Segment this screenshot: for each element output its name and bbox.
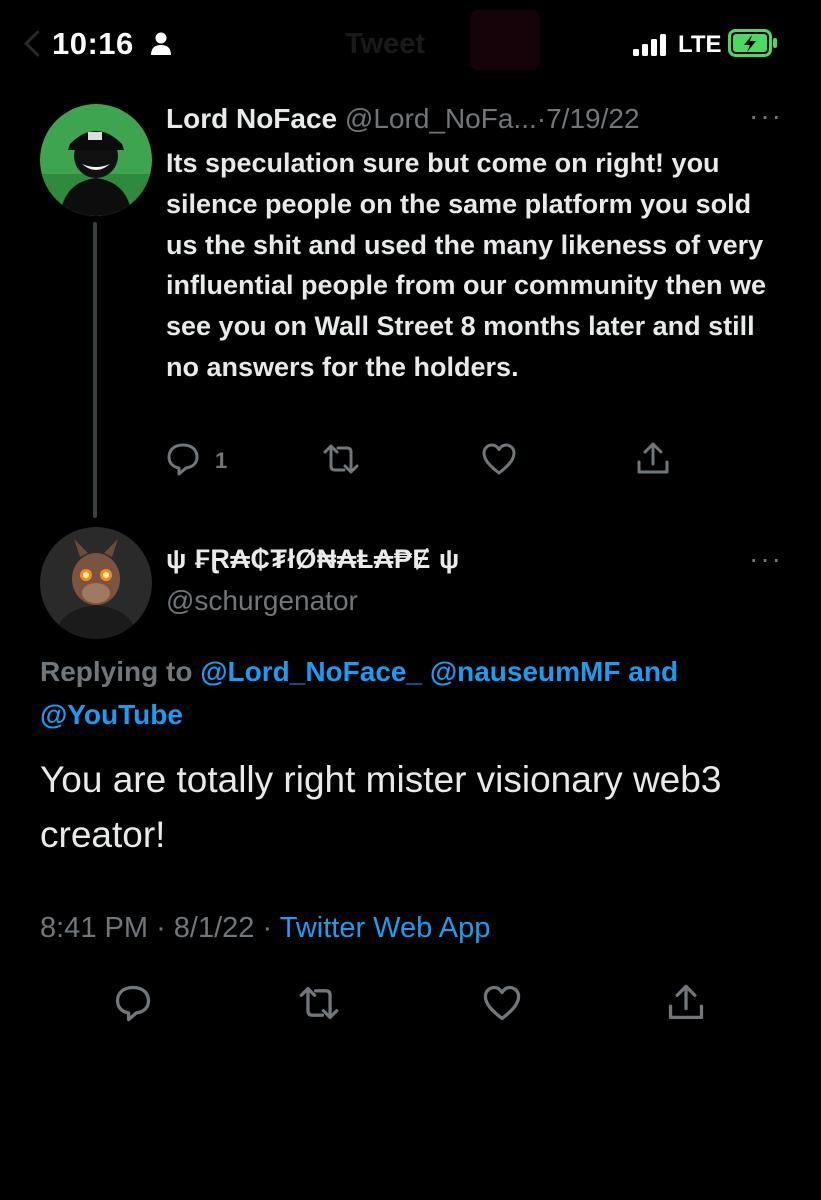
avatar[interactable] <box>40 104 152 216</box>
retweet-icon[interactable] <box>322 440 360 478</box>
author-handle[interactable]: @schurgenator <box>166 585 358 617</box>
mention-link[interactable]: @nauseumMF <box>430 656 621 687</box>
source-link[interactable]: Twitter Web App <box>280 912 491 944</box>
like-icon[interactable] <box>481 982 523 1024</box>
reply-icon[interactable] <box>112 982 154 1024</box>
back-arrow-icon[interactable] <box>24 30 51 57</box>
background-image-fragment <box>470 10 540 70</box>
reply-icon[interactable] <box>164 440 202 478</box>
separator: · <box>156 912 166 944</box>
network-label: LTE <box>678 31 722 58</box>
divider <box>40 962 781 963</box>
separator: · <box>536 103 547 134</box>
retweet-icon[interactable] <box>298 982 340 1024</box>
status-bar: Tweet 10:16 LTE <box>0 0 821 90</box>
share-icon[interactable] <box>665 982 707 1024</box>
tweet-header: Lord NoFace @Lord_NoFa...·7/19/22 <box>166 103 640 135</box>
tweet-date: 8/1/22 <box>173 912 255 944</box>
header-title: Tweet <box>345 28 426 60</box>
like-icon[interactable] <box>480 440 518 478</box>
battery-icon <box>728 29 777 57</box>
share-icon[interactable] <box>634 440 672 478</box>
tweet-meta: 8:41 PM · 8/1/22 · Twitter Web App <box>40 912 490 945</box>
author-name[interactable]: ψ ₣Ɽ₳₵₮łØ₦₳Ⱡ₳₱Ɇ ψ <box>166 544 460 575</box>
avatar[interactable] <box>40 527 152 639</box>
separator: · <box>262 912 273 944</box>
person-icon <box>151 32 171 55</box>
avatar-image <box>40 104 152 216</box>
status-time: 10:16 <box>52 26 134 61</box>
signal-icon <box>633 34 666 56</box>
replying-prefix: Replying to <box>40 656 193 687</box>
more-icon[interactable]: ··· <box>749 100 783 132</box>
reply-count: 1 <box>215 448 228 473</box>
thread-line <box>93 222 97 518</box>
more-icon[interactable]: ··· <box>749 543 783 575</box>
avatar-image <box>40 527 152 639</box>
tweet-text: Its speculation sure but come on right! … <box>166 148 767 382</box>
mention-link[interactable]: @Lord_NoFace_ <box>200 656 422 687</box>
replying-to: Replying to @Lord_NoFace_ @nauseumMF and… <box>40 650 780 736</box>
author-name[interactable]: Lord NoFace <box>166 103 337 134</box>
author-handle[interactable]: @Lord_NoFa... <box>345 103 537 134</box>
tweet-date[interactable]: 7/19/22 <box>546 103 639 134</box>
tweet-time: 8:41 PM <box>40 912 148 944</box>
tweet-text: You are totally right mister visionary w… <box>40 759 722 855</box>
mention-link[interactable]: @YouTube <box>40 699 183 730</box>
replying-and[interactable]: and <box>628 656 678 687</box>
